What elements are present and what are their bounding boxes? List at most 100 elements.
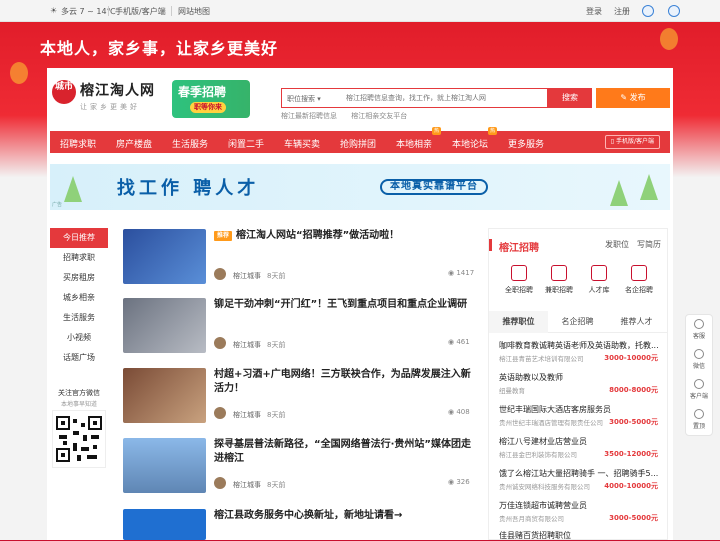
news-views: ◉ 461 — [448, 338, 470, 346]
headset-icon — [694, 319, 704, 329]
news-thumbnail[interactable] — [123, 229, 206, 284]
spring-recruit-promo[interactable]: 春季招聘 职等你来 — [172, 80, 250, 118]
sitemap-link[interactable]: 网站地图 — [178, 6, 210, 17]
news-item[interactable]: 推荐 榕江淘人网站“招聘推荐”做活动啦！ 榕江城事 8天前 ◉ 1417 — [123, 229, 474, 284]
write-resume-link[interactable]: 写简历 — [637, 239, 661, 250]
job-listing[interactable]: 佳县赌百货招聘职位 — [499, 530, 664, 541]
search-button[interactable]: 搜索 — [548, 88, 592, 108]
news-thumbnail[interactable] — [123, 438, 206, 493]
news-title[interactable]: 探寻基层普法新路径，“全国网络普法行·贵州站”媒体团走进榕江 — [214, 438, 474, 466]
recruit-ad-banner[interactable]: 找工作 聘人才 本地真实靠谱平台 广告 — [50, 164, 670, 210]
slogan: 本地人，家乡事，让家乡更美好 — [40, 39, 279, 58]
jobs-panel-title[interactable]: 榕江招聘 — [499, 239, 539, 254]
post-button[interactable]: ✎ 发布 — [596, 88, 670, 108]
news-item[interactable]: 铆足干劲冲刺“开门红”！王飞到重点项目和重点企业调研 榕江城事 8天前 ◉ 46… — [123, 298, 473, 353]
job-title[interactable]: 佳县赌百货招聘职位 — [499, 530, 664, 541]
tab-recommended-jobs[interactable]: 推荐职位 — [489, 311, 548, 333]
hot-link[interactable]: 榕江最新招聘信息 — [281, 112, 337, 120]
job-listing[interactable]: 榕江八号建材业店营业员 榕江县金巴利装饰有限公司 3500-12000元 — [499, 436, 664, 459]
job-salary: 3000-10000元 — [604, 354, 658, 362]
sidebar-item-life[interactable]: 生活服务 — [50, 308, 108, 328]
news-title[interactable]: 村超+习酒+广电网络！三方联袂合作，为品牌发展注入新活力！ — [214, 368, 474, 396]
tree-decoration — [610, 180, 628, 206]
news-thumbnail[interactable] — [123, 509, 206, 540]
news-views: ◉ 408 — [448, 408, 470, 416]
logo-badge[interactable]: 城市 — [52, 80, 76, 104]
sidebar-item-video[interactable]: 小视频 — [50, 328, 108, 348]
famous-company-button[interactable]: 名企招聘 — [619, 265, 659, 295]
site-logo-name[interactable]: 榕江淘人网 — [80, 80, 155, 100]
news-title[interactable]: 榕江县政务服务中心换新址，新地址请看→ — [214, 509, 473, 523]
news-title[interactable]: 推荐 榕江淘人网站“招聘推荐”做活动啦！ — [214, 229, 474, 243]
job-title[interactable]: 咖啡教育教诚聘英语老师及英语助教，托教... — [499, 340, 664, 351]
nav-mobile-button[interactable]: ▯ 手机版/客户端 — [604, 135, 660, 149]
news-thumbnail[interactable] — [123, 298, 206, 353]
nav-item-cars[interactable]: 车辆买卖 — [284, 137, 320, 150]
news-views: ◉ 326 — [448, 478, 470, 486]
tab-recommended-talent[interactable]: 推荐人才 — [607, 311, 666, 333]
search-input[interactable] — [346, 89, 546, 107]
job-listing[interactable]: 万佳连锁超市诚聘营业员 贵州吾月商贸有限公司 3000-5000元 — [499, 500, 664, 523]
news-thumbnail[interactable] — [123, 368, 206, 423]
follow-wechat: 关注官方微信 本地事早知道 — [50, 388, 108, 408]
sidebar-item-topics[interactable]: 话题广场 — [50, 348, 108, 368]
sidebar-item-dating[interactable]: 城乡相亲 — [50, 288, 108, 308]
heading-accent — [489, 239, 492, 251]
talent-pool-button[interactable]: 人才库 — [579, 265, 619, 295]
nav-item-dating[interactable]: 本地相亲 — [396, 137, 432, 150]
register-link[interactable]: 注册 — [614, 6, 630, 17]
customer-service-button[interactable]: 客服 — [686, 315, 712, 345]
job-company: 贵州诚安网络科技服务有限公司 — [499, 483, 590, 491]
job-listing[interactable]: 咖啡教育教诚聘英语老师及英语助教，托教... 榕江县青苗艺术培训有限公司 300… — [499, 340, 664, 363]
parttime-jobs-button[interactable]: 兼职招聘 — [539, 265, 579, 295]
avatar — [214, 337, 226, 349]
post-job-link[interactable]: 发职位 — [605, 239, 629, 250]
nav-item-group-buy[interactable]: 抢购拼团 — [340, 137, 376, 150]
ad-tag: 广告 — [52, 202, 63, 208]
job-listing[interactable]: 饿了么榕江站大量招聘骑手 一、招聘骑手5... 贵州诚安网络科技服务有限公司 4… — [499, 468, 664, 491]
login-link[interactable]: 登录 — [586, 6, 602, 17]
wechat-icon[interactable] — [642, 5, 654, 17]
news-title[interactable]: 铆足干劲冲刺“开门红”！王飞到重点项目和重点企业调研 — [214, 298, 474, 312]
app-button[interactable]: 客户端 — [686, 375, 712, 405]
news-time: 8天前 — [267, 481, 286, 489]
job-title[interactable]: 万佳连锁超市诚聘营业员 — [499, 500, 664, 511]
hot-link[interactable]: 榕江相亲交友平台 — [351, 112, 407, 120]
news-author[interactable]: 榕江城事 — [233, 480, 261, 490]
job-title[interactable]: 榕江八号建材业店营业员 — [499, 436, 664, 447]
job-company: 纽曼教育 — [499, 387, 525, 395]
nav-item-housing[interactable]: 房产楼盘 — [116, 137, 152, 150]
news-item[interactable]: 榕江县政务服务中心换新址，新地址请看→ — [123, 509, 473, 540]
wechat-button[interactable]: 微信 — [686, 345, 712, 375]
job-title[interactable]: 世纪丰瑞国际大酒店客房服务员 — [499, 404, 664, 415]
news-author[interactable]: 榕江城事 — [233, 410, 261, 420]
nav-item-more[interactable]: 更多服务 — [508, 137, 544, 150]
news-author[interactable]: 榕江城事 — [233, 340, 261, 350]
back-to-top-button[interactable]: 置顶 — [686, 405, 712, 435]
news-item[interactable]: 探寻基层普法新路径，“全国网络普法行·贵州站”媒体团走进榕江 榕江城事 8天前 … — [123, 438, 473, 493]
main-nav: 招聘求职 房产楼盘 生活服务 闲置二手 车辆买卖 抢购拼团 本地相亲 热 本地论… — [50, 127, 670, 153]
job-listing[interactable]: 英语助教以及教师 纽曼教育 8000-8000元 — [499, 372, 664, 395]
user-icon[interactable] — [668, 5, 680, 17]
nav-item-life[interactable]: 生活服务 — [172, 137, 208, 150]
job-title[interactable]: 饿了么榕江站大量招聘骑手 一、招聘骑手5... — [499, 468, 664, 479]
sun-icon: ☀ — [50, 6, 58, 15]
job-company: 贵州吾月商贸有限公司 — [499, 515, 564, 523]
job-company: 贵州世纪丰瑞酒店管理有限责任公司 — [499, 419, 603, 427]
sidebar-item-housing[interactable]: 买房租房 — [50, 268, 108, 288]
job-listing[interactable]: 世纪丰瑞国际大酒店客房服务员 贵州世纪丰瑞酒店管理有限责任公司 3000-500… — [499, 404, 664, 427]
search-category-select[interactable]: 职位搜索 ▾ — [287, 94, 321, 104]
nav-item-jobs[interactable]: 招聘求职 — [60, 137, 96, 150]
news-item[interactable]: 村超+习酒+广电网络！三方联袂合作，为品牌发展注入新活力！ 榕江城事 8天前 ◉… — [123, 368, 473, 423]
job-company: 榕江县金巴利装饰有限公司 — [499, 451, 577, 459]
tab-famous-companies[interactable]: 名企招聘 — [548, 311, 607, 333]
fulltime-jobs-button[interactable]: 全职招聘 — [499, 265, 539, 295]
news-author[interactable]: 榕江城事 — [233, 271, 261, 281]
nav-item-forum[interactable]: 本地论坛 — [452, 137, 488, 150]
job-title[interactable]: 英语助教以及教师 — [499, 372, 664, 383]
nav-item-secondhand[interactable]: 闲置二手 — [228, 137, 264, 150]
wechat-icon — [694, 349, 704, 359]
mobile-link[interactable]: 手机版/客户端 — [115, 6, 166, 17]
sidebar-item-jobs[interactable]: 招聘求职 — [50, 248, 108, 268]
sidebar-item-today[interactable]: 今日推荐 — [50, 228, 108, 248]
